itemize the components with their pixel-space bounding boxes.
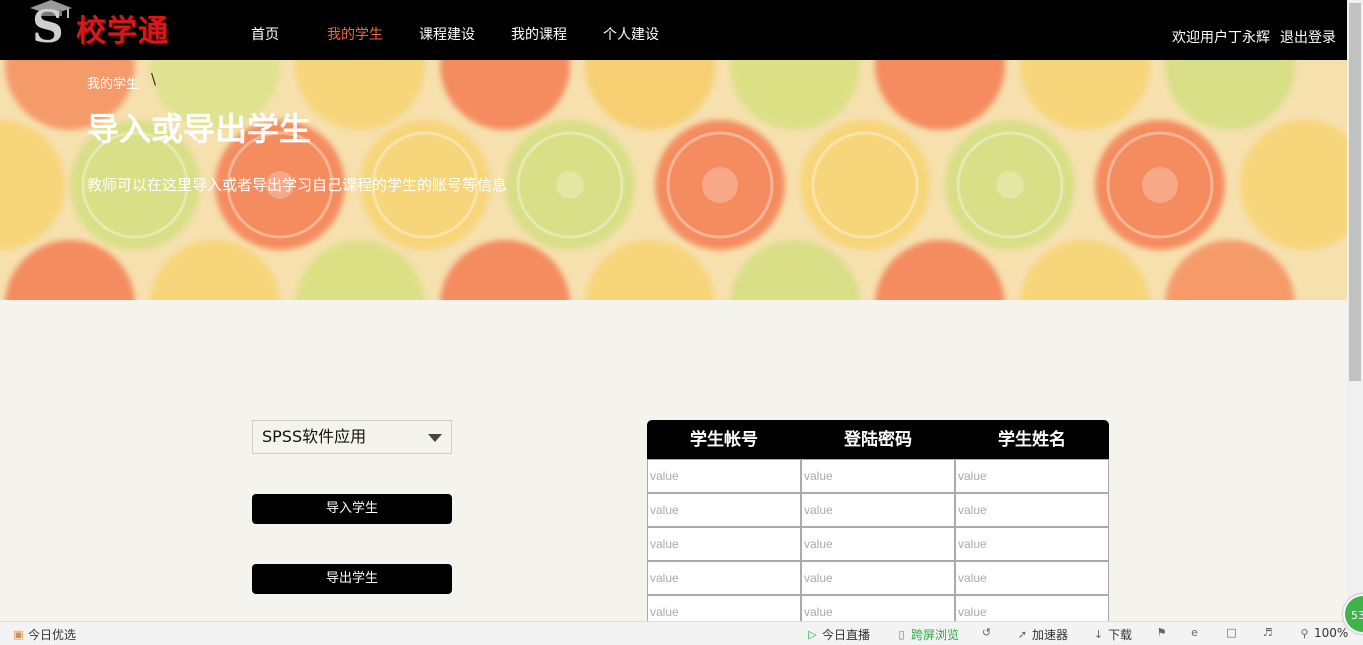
sound-button[interactable]: ♬	[1261, 626, 1274, 639]
column-header-password: 登陆密码	[844, 430, 912, 450]
table-cell	[801, 459, 955, 493]
table-cell	[801, 527, 955, 561]
password-input[interactable]	[802, 494, 954, 526]
window-button[interactable]: □	[1225, 626, 1238, 639]
table-cell	[647, 459, 801, 493]
flag-icon: ⚑	[1156, 626, 1167, 639]
breadcrumb-my-students[interactable]: 我的学生	[87, 73, 139, 92]
gift-icon: ▣	[13, 628, 24, 641]
today-live-label: 今日直播	[822, 628, 871, 642]
password-input[interactable]	[802, 528, 954, 560]
logout-link[interactable]: 退出登录	[1280, 27, 1336, 47]
site-logo[interactable]: S 校学通	[28, 0, 188, 52]
password-input[interactable]	[802, 562, 954, 594]
table-header-row: 学生帐号 登陆密码 学生姓名	[647, 420, 1109, 459]
speaker-icon: ♬	[1262, 626, 1273, 639]
today-live-item[interactable]: ▷ 今日直播	[806, 626, 870, 643]
column-header-account: 学生帐号	[690, 430, 758, 450]
table-cell	[955, 493, 1109, 527]
name-input[interactable]	[956, 460, 1108, 492]
history-icon: ↺	[981, 626, 992, 639]
table-cell	[955, 595, 1109, 622]
name-input[interactable]	[956, 562, 1108, 594]
page-description: 教师可以在这里导入或者导出学习自己课程的学生的账号等信息	[87, 176, 508, 194]
table-cell	[647, 595, 801, 622]
name-input[interactable]	[956, 494, 1108, 526]
nav-home[interactable]: 首页	[251, 24, 279, 44]
top-nav-bar: S 校学通 首页 我的学生 课程建设 我的课程 个人建设 欢迎用户丁永辉 退出登…	[0, 0, 1347, 60]
course-select-value: SPSS软件应用	[262, 427, 367, 446]
today-pick-label: 今日优选	[28, 628, 77, 642]
table-row	[647, 561, 1109, 595]
window-icon: □	[1226, 626, 1237, 639]
name-input[interactable]	[956, 528, 1108, 560]
logo-text: 校学通	[76, 14, 169, 49]
password-input[interactable]	[802, 596, 954, 622]
table-row	[647, 527, 1109, 561]
table-cell	[801, 561, 955, 595]
export-students-button[interactable]: 导出学生	[252, 564, 452, 594]
vertical-scrollbar-thumb[interactable]	[1349, 3, 1361, 381]
breadcrumb-separator: \	[151, 70, 157, 88]
course-select-dropdown[interactable]: SPSS软件应用	[252, 420, 452, 454]
download-label: 下载	[1108, 628, 1133, 642]
accelerator-item[interactable]: ➚ 加速器	[1016, 626, 1068, 643]
cross-screen-label: 跨屏浏览	[911, 628, 960, 642]
table-row	[647, 459, 1109, 493]
cross-screen-item[interactable]: ▯ 跨屏浏览	[895, 626, 959, 643]
account-input[interactable]	[648, 596, 800, 622]
table-cell	[801, 493, 955, 527]
table-row	[647, 493, 1109, 527]
rocket-icon: ➚	[1017, 628, 1028, 641]
play-circle-icon: ▷	[808, 628, 817, 641]
account-input[interactable]	[648, 528, 800, 560]
browser-status-bar: ▣ 今日优选 ▷ 今日直播 ▯ 跨屏浏览 ↺ ➚ 加速器 ↓ 下载 ⚑ e □ …	[0, 621, 1363, 645]
ie-icon: e	[1191, 626, 1198, 639]
nav-personal-building[interactable]: 个人建设	[603, 24, 659, 44]
phone-icon: ▯	[898, 628, 905, 641]
column-header-name: 学生姓名	[998, 430, 1066, 450]
account-input[interactable]	[648, 562, 800, 594]
magnifier-icon: ⚲	[1300, 626, 1309, 640]
ie-mode-button[interactable]: e	[1188, 626, 1201, 639]
today-pick-item[interactable]: ▣ 今日优选	[12, 626, 76, 643]
logo-s-glyph: S	[32, 2, 64, 53]
table-cell	[955, 527, 1109, 561]
zoom-level: 100%	[1314, 626, 1349, 640]
nav-my-students[interactable]: 我的学生	[327, 24, 383, 44]
flag-button[interactable]: ⚑	[1155, 626, 1168, 639]
table-cell	[801, 595, 955, 622]
table-row	[647, 595, 1109, 622]
download-item[interactable]: ↓ 下载	[1092, 626, 1132, 643]
table-cell	[647, 561, 801, 595]
students-table: 学生帐号 登陆密码 学生姓名	[647, 420, 1109, 622]
table-cell	[647, 493, 801, 527]
nav-course-building[interactable]: 课程建设	[419, 24, 475, 44]
table-cell	[955, 459, 1109, 493]
table-cell	[647, 527, 801, 561]
import-students-button[interactable]: 导入学生	[252, 494, 452, 524]
accelerator-label: 加速器	[1032, 628, 1069, 642]
zoom-control[interactable]: ⚲ 100%	[1298, 626, 1348, 640]
history-button[interactable]: ↺	[980, 626, 993, 639]
account-input[interactable]	[648, 460, 800, 492]
welcome-user-text: 欢迎用户丁永辉	[1172, 30, 1270, 46]
download-arrow-icon: ↓	[1093, 628, 1104, 641]
password-input[interactable]	[802, 460, 954, 492]
chevron-down-icon	[428, 434, 442, 442]
page-title: 导入或导出学生	[87, 110, 312, 148]
account-input[interactable]	[648, 494, 800, 526]
nav-my-courses[interactable]: 我的课程	[511, 24, 567, 44]
table-cell	[955, 561, 1109, 595]
name-input[interactable]	[956, 596, 1108, 622]
